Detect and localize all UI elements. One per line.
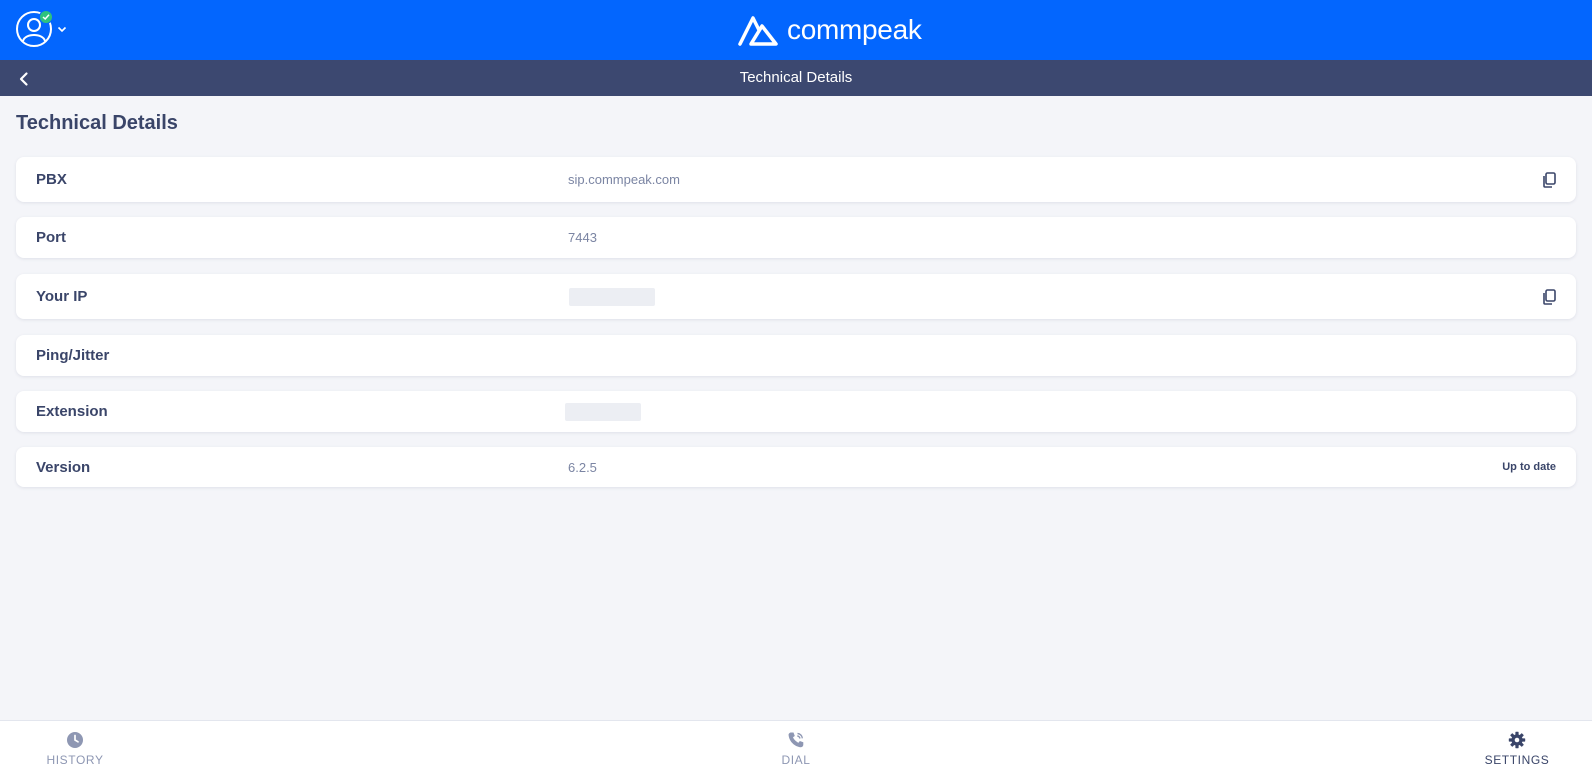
row-value: 6.2.5 — [568, 459, 597, 475]
detail-row-ping-jitter: Ping/Jitter — [16, 335, 1576, 376]
bottom-nav: HISTORY DIAL SETTINGS — [0, 720, 1592, 774]
sub-header-title: Technical Details — [739, 69, 853, 86]
nav-history[interactable]: HISTORY — [34, 721, 116, 774]
sub-header: Technical Details — [0, 60, 1592, 96]
nav-settings[interactable]: SETTINGS — [1472, 721, 1562, 774]
detail-row-pbx: PBX sip.commpeak.com — [16, 157, 1576, 202]
phone-icon — [788, 732, 804, 748]
page-title: Technical Details — [16, 112, 178, 134]
brand-name: commpeak — [787, 14, 922, 45]
row-label: Version — [36, 458, 91, 476]
row-label: Ping/Jitter — [36, 347, 110, 364]
row-value: sip.commpeak.com — [568, 172, 680, 187]
detail-row-your-ip: Your IP — [16, 274, 1576, 319]
user-menu-button[interactable] — [15, 10, 75, 50]
redacted-extension-value — [565, 402, 641, 421]
chevron-down-icon — [57, 26, 67, 33]
back-arrow-icon[interactable] — [14, 69, 34, 89]
detail-row-port: Port 7443 — [16, 217, 1576, 258]
nav-settings-label: SETTINGS — [1484, 753, 1550, 767]
row-value: 7443 — [568, 230, 597, 245]
detail-row-extension: Extension — [16, 391, 1576, 432]
version-status: Up to date — [1502, 461, 1556, 473]
row-label: Port — [36, 229, 66, 246]
redacted-ip-value — [569, 287, 655, 306]
detail-row-version: Version 6.2.5 Up to date — [16, 447, 1576, 487]
brand-logo: commpeak — [737, 12, 922, 48]
commpeak-logo-icon — [738, 16, 778, 46]
nav-dial-label: DIAL — [781, 753, 811, 767]
gear-icon — [1508, 731, 1526, 749]
top-bar: commpeak — [0, 0, 1592, 60]
nav-dial[interactable]: DIAL — [760, 721, 832, 774]
row-label: Your IP — [36, 288, 88, 305]
copy-icon[interactable] — [1540, 171, 1558, 189]
online-status-icon — [39, 10, 53, 24]
clock-icon — [67, 732, 83, 748]
copy-icon[interactable] — [1540, 288, 1558, 306]
row-label: PBX — [36, 171, 67, 188]
row-label: Extension — [36, 403, 108, 420]
nav-history-label: HISTORY — [46, 753, 104, 767]
app-window: commpeak Technical Details Technical Det… — [0, 0, 1592, 774]
